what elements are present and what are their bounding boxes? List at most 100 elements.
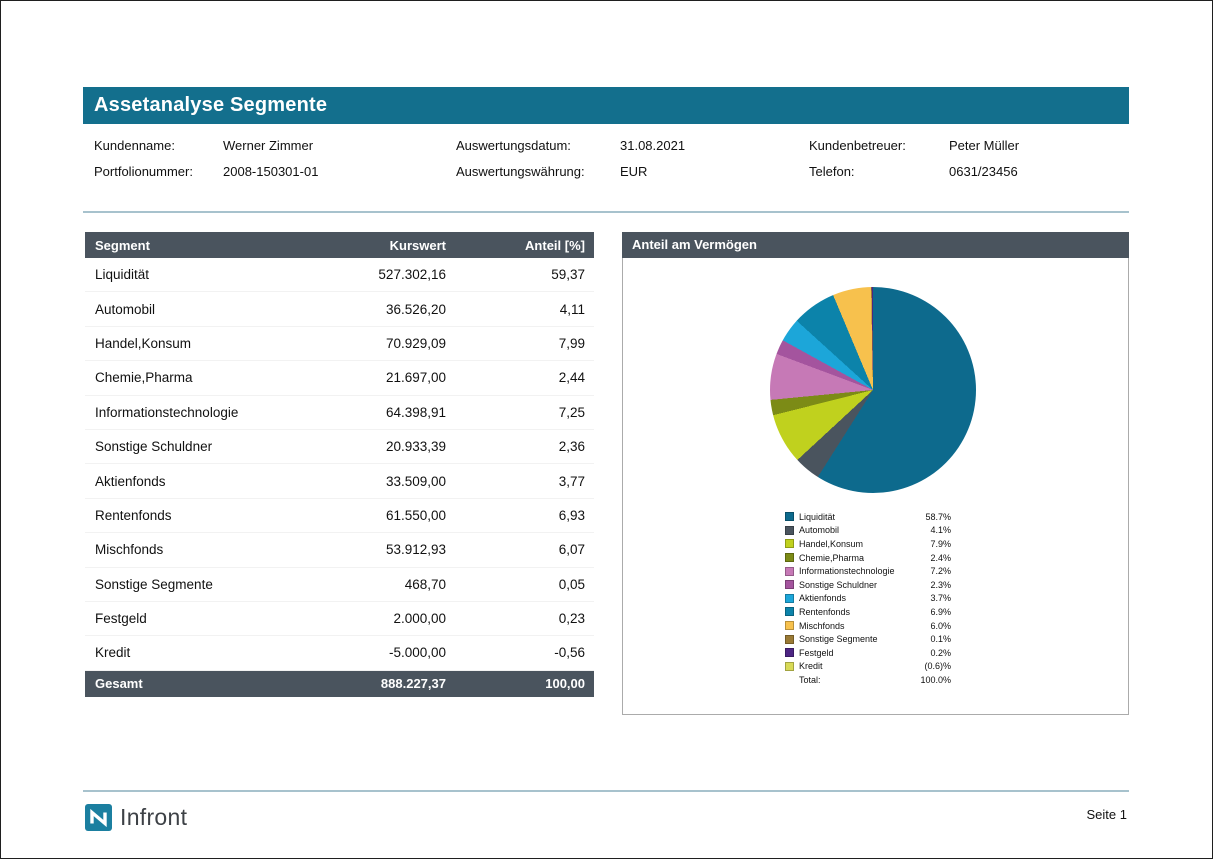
chart-panel-body: Liquidität 58.7% Automobil 4.1% Handel,K… xyxy=(622,258,1129,715)
footer-divider xyxy=(83,790,1129,792)
meta-label-auswertungswaehrung: Auswertungswährung: xyxy=(456,164,620,179)
legend-swatch xyxy=(785,512,794,521)
page-title: Assetanalyse Segmente xyxy=(83,87,1129,124)
meta-label-portfolionummer: Portfolionummer: xyxy=(94,164,223,179)
cell-kurswert: 468,70 xyxy=(291,577,446,592)
table-body: Liquidität 527.302,16 59,37 Automobil 36… xyxy=(85,258,594,671)
cell-segment: Liquidität xyxy=(95,267,291,282)
meta-value-auswertungswaehrung: EUR xyxy=(620,164,809,179)
legend-label: Handel,Konsum xyxy=(799,539,906,549)
legend-label: Mischfonds xyxy=(799,621,906,631)
legend-percent: 0.1% xyxy=(911,634,951,644)
legend-swatch xyxy=(785,567,794,576)
legend-label: Informationstechnologie xyxy=(799,566,906,576)
legend-item: Mischfonds 6.0% xyxy=(785,619,951,633)
cell-segment: Sonstige Schuldner xyxy=(95,439,291,454)
cell-segment: Kredit xyxy=(95,645,291,660)
table-row: Chemie,Pharma 21.697,00 2,44 xyxy=(85,361,594,395)
chart-panel: Anteil am Vermögen Liquidität 58.7% Auto… xyxy=(622,232,1129,715)
pie-chart xyxy=(770,287,976,493)
col-header-anteil: Anteil [%] xyxy=(446,238,585,253)
cell-segment: Mischfonds xyxy=(95,542,291,557)
cell-segment: Rentenfonds xyxy=(95,508,291,523)
cell-anteil: 6,07 xyxy=(446,542,585,557)
legend-swatch xyxy=(785,580,794,589)
legend-item: Rentenfonds 6.9% xyxy=(785,605,951,619)
meta-value-auswertungsdatum: 31.08.2021 xyxy=(620,138,809,153)
cell-kurswert: 61.550,00 xyxy=(291,508,446,523)
legend-item: Informationstechnologie 7.2% xyxy=(785,564,951,578)
legend-label: Automobil xyxy=(799,525,906,535)
meta-label-telefon: Telefon: xyxy=(809,164,949,179)
legend-percent: (0.6)% xyxy=(911,661,951,671)
cell-anteil: 0,23 xyxy=(446,611,585,626)
legend-label: Kredit xyxy=(799,661,906,671)
table-row: Automobil 36.526,20 4,11 xyxy=(85,292,594,326)
legend-label: Sonstige Schuldner xyxy=(799,580,906,590)
page-number: Seite 1 xyxy=(1087,807,1127,822)
legend-percent: 6.0% xyxy=(911,621,951,631)
cell-anteil: 7,25 xyxy=(446,405,585,420)
legend-label: Rentenfonds xyxy=(799,607,906,617)
cell-kurswert: 36.526,20 xyxy=(291,302,446,317)
report-meta: Kundenname: Werner Zimmer Auswertungsdat… xyxy=(83,132,1129,184)
legend-item: Sonstige Segmente 0.1% xyxy=(785,632,951,646)
legend-label: Chemie,Pharma xyxy=(799,553,906,563)
cell-kurswert: 53.912,93 xyxy=(291,542,446,557)
legend-item: Automobil 4.1% xyxy=(785,524,951,538)
table-row: Sonstige Schuldner 20.933,39 2,36 xyxy=(85,430,594,464)
legend-percent: 7.2% xyxy=(911,566,951,576)
legend-item: Chemie,Pharma 2.4% xyxy=(785,551,951,565)
cell-kurswert: 2.000,00 xyxy=(291,611,446,626)
legend-percent: 2.3% xyxy=(911,580,951,590)
chart-panel-title: Anteil am Vermögen xyxy=(622,232,1129,258)
cell-kurswert: 527.302,16 xyxy=(291,267,446,282)
brand-logo: Infront xyxy=(85,804,187,831)
cell-kurswert: -5.000,00 xyxy=(291,645,446,660)
legend-item: Liquidität 58.7% xyxy=(785,510,951,524)
legend-label: Aktienfonds xyxy=(799,593,906,603)
legend-percent: 2.4% xyxy=(911,553,951,563)
legend-percent: 0.2% xyxy=(911,648,951,658)
table-row: Informationstechnologie 64.398,91 7,25 xyxy=(85,396,594,430)
infront-logo-icon xyxy=(85,804,112,831)
legend-percent: 58.7% xyxy=(911,512,951,522)
cell-segment: Automobil xyxy=(95,302,291,317)
pie-legend: Liquidität 58.7% Automobil 4.1% Handel,K… xyxy=(785,510,951,687)
cell-segment: Festgeld xyxy=(95,611,291,626)
cell-anteil: -0,56 xyxy=(446,645,585,660)
legend-swatch xyxy=(785,621,794,630)
table-row: Aktienfonds 33.509,00 3,77 xyxy=(85,464,594,498)
cell-segment: Informationstechnologie xyxy=(95,405,291,420)
meta-label-auswertungsdatum: Auswertungsdatum: xyxy=(456,138,620,153)
cell-anteil: 6,93 xyxy=(446,508,585,523)
table-row: Handel,Konsum 70.929,09 7,99 xyxy=(85,327,594,361)
meta-label-kundenname: Kundenname: xyxy=(94,138,223,153)
table-row: Mischfonds 53.912,93 6,07 xyxy=(85,533,594,567)
brand-name: Infront xyxy=(120,804,187,831)
cell-anteil: 59,37 xyxy=(446,267,585,282)
legend-item: Handel,Konsum 7.9% xyxy=(785,537,951,551)
cell-kurswert: 64.398,91 xyxy=(291,405,446,420)
cell-kurswert: 20.933,39 xyxy=(291,439,446,454)
meta-value-kundenname: Werner Zimmer xyxy=(223,138,456,153)
cell-anteil: 0,05 xyxy=(446,577,585,592)
legend-swatch xyxy=(785,662,794,671)
cell-segment: Chemie,Pharma xyxy=(95,370,291,385)
legend-percent: 3.7% xyxy=(911,593,951,603)
top-divider xyxy=(83,211,1129,213)
report-page: Assetanalyse Segmente Kundenname: Werner… xyxy=(0,0,1213,859)
legend-item: Kredit (0.6)% xyxy=(785,660,951,674)
cell-segment: Handel,Konsum xyxy=(95,336,291,351)
table-row: Sonstige Segmente 468,70 0,05 xyxy=(85,568,594,602)
cell-anteil: 3,77 xyxy=(446,474,585,489)
cell-segment: Aktienfonds xyxy=(95,474,291,489)
legend-swatch xyxy=(785,526,794,535)
meta-value-telefon: 0631/23456 xyxy=(949,164,1129,179)
legend-swatch xyxy=(785,594,794,603)
total-kurswert: 888.227,37 xyxy=(291,676,446,691)
cell-anteil: 2,44 xyxy=(446,370,585,385)
legend-label: Liquidität xyxy=(799,512,906,522)
cell-kurswert: 70.929,09 xyxy=(291,336,446,351)
legend-swatch xyxy=(785,607,794,616)
